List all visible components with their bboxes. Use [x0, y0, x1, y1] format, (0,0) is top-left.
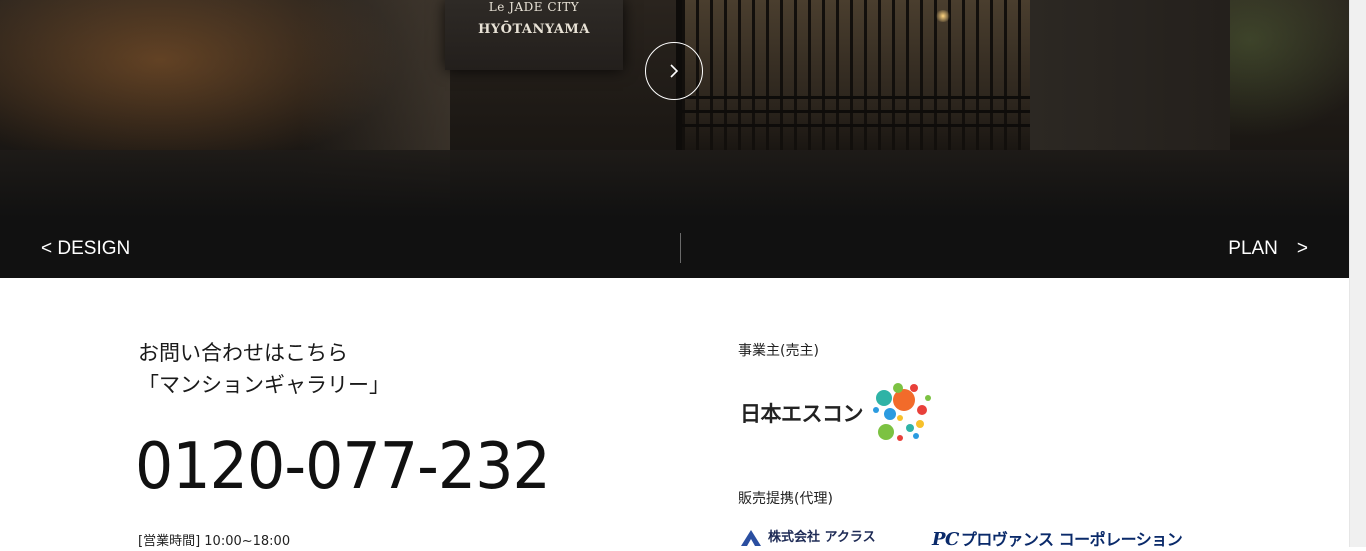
- hero-wall-right: [1030, 0, 1230, 150]
- sales-agent-label: 販売提携(代理): [738, 491, 833, 507]
- acrasu-logo-text: 株式会社 アクラス: [768, 530, 876, 545]
- nav-divider: [680, 233, 681, 263]
- provence-logo-text: プロヴァンス コーポレーション: [960, 530, 1183, 549]
- lamp-light: [935, 10, 951, 22]
- developer-label: 事業主(売主): [738, 343, 819, 359]
- nihon-esucon-logo-text: 日本エスコン: [740, 402, 864, 426]
- sign-line-1: Le JADE CITY: [488, 0, 580, 14]
- contact-heading: お問い合わせはこちら 「マンションギャラリー」: [138, 337, 588, 401]
- nihon-esucon-logo[interactable]: 日本エスコン: [740, 380, 940, 444]
- entrance-gate: [676, 0, 1038, 150]
- chevron-right-icon: [670, 64, 679, 78]
- business-hours: [営業時間] 10:00~18:00: [138, 534, 291, 549]
- hero-image: Le JADE CITY HYŌTANYAMA: [0, 0, 1349, 218]
- provence-corporation-logo[interactable]: PC プロヴァンス コーポレーション: [932, 526, 1183, 550]
- contact-heading-line-1: お問い合わせはこちら: [138, 341, 348, 365]
- contact-heading-line-2: 「マンションギャラリー」: [138, 373, 390, 397]
- sign-line-2: HYŌTANYAMA: [478, 22, 590, 37]
- page-scrollbar[interactable]: [1349, 0, 1366, 547]
- phone-number[interactable]: 0120-077-232: [135, 427, 551, 507]
- prev-page-link-design[interactable]: < DESIGN: [41, 218, 130, 278]
- next-page-link-plan[interactable]: PLAN >: [1228, 218, 1308, 278]
- building-sign: Le JADE CITY HYŌTANYAMA: [445, 0, 623, 70]
- acrasu-mark-icon: [741, 529, 761, 546]
- acrasu-logo[interactable]: 株式会社 アクラス: [740, 526, 876, 547]
- esucon-dots-icon: [873, 383, 931, 441]
- page-nav-bar: < DESIGN PLAN >: [0, 218, 1349, 278]
- hero-ground: [0, 150, 1349, 218]
- slide-next-button[interactable]: [645, 42, 703, 100]
